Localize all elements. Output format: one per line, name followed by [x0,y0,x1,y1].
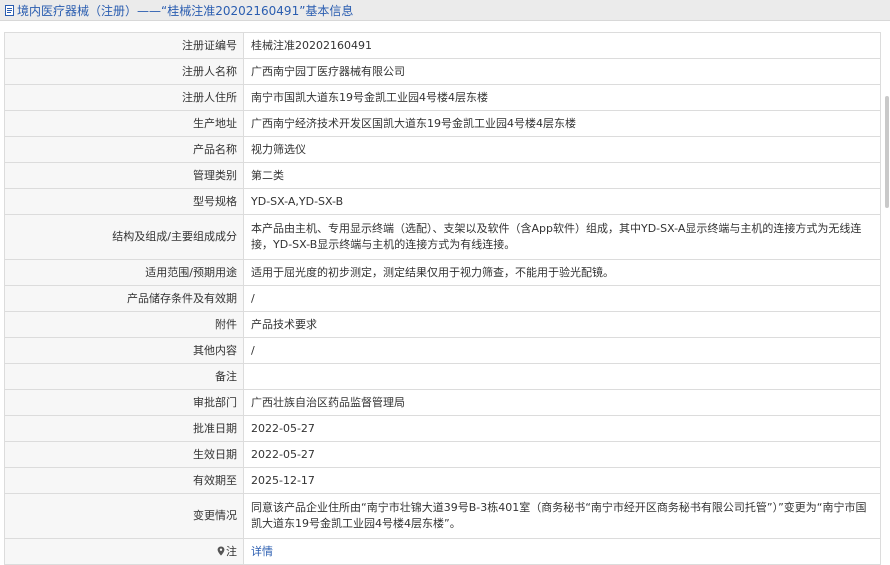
table-row: 注册人住所 南宁市国凯大道东19号金凯工业园4号楼4层东楼 [4,84,881,111]
details-link[interactable]: 详情 [251,545,273,558]
field-value: / [243,285,881,312]
table-row: 批准日期 2022-05-27 [4,415,881,442]
field-label: 审批部门 [4,389,244,416]
field-label: 管理类别 [4,162,244,189]
field-label: 备注 [4,363,244,390]
field-value: 2022-05-27 [243,415,881,442]
field-label: 其他内容 [4,337,244,364]
table-row: 其他内容 / [4,337,881,364]
table-row: 生产地址 广西南宁经济技术开发区国凯大道东19号金凯工业园4号楼4层东楼 [4,110,881,137]
field-value: 广西南宁园丁医疗器械有限公司 [243,58,881,85]
field-label: 注册证编号 [4,32,244,59]
note-label: 注 [226,544,237,558]
note-label-cell: 注 [4,538,244,565]
vertical-scrollbar[interactable] [884,21,890,564]
info-table: 注册证编号 桂械注准20202160491 注册人名称 广西南宁园丁医疗器械有限… [4,32,881,565]
field-label: 产品名称 [4,136,244,163]
note-value-cell: 详情 [243,538,881,565]
table-row: 管理类别 第二类 [4,162,881,189]
table-row: 结构及组成/主要组成成分 本产品由主机、专用显示终端（选配）、支架以及软件（含A… [4,214,881,260]
field-value: / [243,337,881,364]
field-value: 2022-05-27 [243,441,881,468]
field-value: 南宁市国凯大道东19号金凯工业园4号楼4层东楼 [243,84,881,111]
table-row: 生效日期 2022-05-27 [4,441,881,468]
table-row: 型号规格 YD-SX-A,YD-SX-B [4,188,881,215]
table-row: 有效期至 2025-12-17 [4,467,881,494]
table-row: 注册证编号 桂械注准20202160491 [4,32,881,59]
table-row: 产品储存条件及有效期 / [4,285,881,312]
field-value: YD-SX-A,YD-SX-B [243,188,881,215]
location-pin-icon [217,546,225,555]
field-value: 桂械注准20202160491 [243,32,881,59]
field-value: 同意该产品企业住所由“南宁市壮锦大道39号B-3栋401室（商务秘书“南宁市经开… [243,493,881,539]
field-value: 适用于屈光度的初步测定，测定结果仅用于视力筛查，不能用于验光配镜。 [243,259,881,286]
field-label: 有效期至 [4,467,244,494]
field-label: 附件 [4,311,244,338]
table-row: 审批部门 广西壮族自治区药品监督管理局 [4,389,881,416]
field-value [243,363,881,390]
table-row: 变更情况 同意该产品企业住所由“南宁市壮锦大道39号B-3栋401室（商务秘书“… [4,493,881,539]
field-label: 型号规格 [4,188,244,215]
scrollbar-thumb[interactable] [885,96,889,208]
table-row-note: 注 详情 [4,538,881,565]
field-label: 注册人住所 [4,84,244,111]
table-row: 产品名称 视力筛选仪 [4,136,881,163]
field-value: 广西壮族自治区药品监督管理局 [243,389,881,416]
document-icon [5,4,14,16]
field-label: 注册人名称 [4,58,244,85]
field-label: 生产地址 [4,110,244,137]
table-row: 附件 产品技术要求 [4,311,881,338]
field-label: 变更情况 [4,493,244,539]
page-title: 境内医疗器械（注册）——“桂械注准20202160491”基本信息 [17,3,354,18]
field-label: 生效日期 [4,441,244,468]
table-row: 注册人名称 广西南宁园丁医疗器械有限公司 [4,58,881,85]
table-row: 适用范围/预期用途 适用于屈光度的初步测定，测定结果仅用于视力筛查，不能用于验光… [4,259,881,286]
field-value: 产品技术要求 [243,311,881,338]
page-header: 境内医疗器械（注册）——“桂械注准20202160491”基本信息 [0,0,890,21]
field-label: 产品储存条件及有效期 [4,285,244,312]
field-value: 本产品由主机、专用显示终端（选配）、支架以及软件（含App软件）组成，其中YD-… [243,214,881,260]
field-value: 广西南宁经济技术开发区国凯大道东19号金凯工业园4号楼4层东楼 [243,110,881,137]
field-value: 2025-12-17 [243,467,881,494]
field-label: 适用范围/预期用途 [4,259,244,286]
field-label: 结构及组成/主要组成成分 [4,214,244,260]
table-row: 备注 [4,363,881,390]
field-label: 批准日期 [4,415,244,442]
field-value: 第二类 [243,162,881,189]
field-value: 视力筛选仪 [243,136,881,163]
